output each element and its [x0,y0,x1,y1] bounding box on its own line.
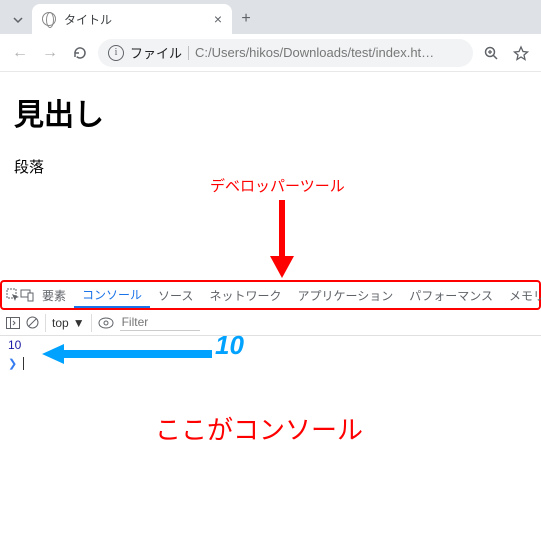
address-bar: ← → i ファイル C:/Users/hikos/Downloads/test… [0,34,541,72]
console-sidebar-toggle-icon[interactable] [6,317,20,329]
annotation-big-ten: 10 [215,330,244,361]
context-label: top [52,316,69,330]
browser-tab-bar: タイトル × + [0,0,541,34]
reload-button[interactable] [68,41,92,65]
inspect-element-icon[interactable] [6,288,20,302]
live-expression-icon[interactable] [98,317,114,329]
new-tab-button[interactable]: + [232,4,260,34]
back-button[interactable]: ← [8,41,32,65]
url-box[interactable]: i ファイル C:/Users/hikos/Downloads/test/ind… [98,39,473,67]
tab-title: タイトル [64,11,206,28]
chevron-down-icon: ▼ [73,316,85,330]
tab-application[interactable]: アプリケーション [289,282,401,308]
bookmark-icon[interactable] [509,41,533,65]
clear-console-icon[interactable] [26,316,39,329]
url-separator [188,46,189,60]
devtools-tab-bar: 要素 コンソール ソース ネットワーク アプリケーション パフォーマンス メモリ [0,280,541,310]
page-heading: 見出し [14,90,527,134]
console-toolbar: top ▼ [0,310,541,336]
annotation-devtools-label: デベロッパーツール [210,175,345,196]
annotation-arrow-left-icon [42,344,212,364]
zoom-icon[interactable] [479,41,503,65]
close-tab-icon[interactable]: × [214,11,222,27]
tab-sources[interactable]: ソース [150,282,201,308]
device-toolbar-icon[interactable] [20,288,34,302]
tab-search-dropdown[interactable] [4,6,32,34]
page-paragraph: 段落 [14,156,527,177]
forward-button[interactable]: → [38,41,62,65]
execution-context-selector[interactable]: top ▼ [45,314,92,332]
tab-memory[interactable]: メモリ [501,282,541,308]
url-protocol: ファイル [130,43,182,62]
tab-performance[interactable]: パフォーマンス [401,282,501,308]
tab-console[interactable]: コンソール [74,282,150,308]
tab-network[interactable]: ネットワーク [201,282,289,308]
prompt-cursor [23,357,24,370]
console-filter-input[interactable] [120,314,200,331]
browser-tab[interactable]: タイトル × [32,4,232,34]
tab-elements[interactable]: 要素 [34,282,74,308]
annotation-console-here: ここがコンソール [155,410,363,447]
prompt-caret-icon: ❯ [8,357,17,370]
site-info-icon[interactable]: i [108,45,124,61]
console-log-value: 10 [8,338,21,352]
url-path: C:/Users/hikos/Downloads/test/index.ht… [195,45,463,60]
annotation-arrow-down-icon [270,200,294,278]
globe-icon [42,12,56,26]
